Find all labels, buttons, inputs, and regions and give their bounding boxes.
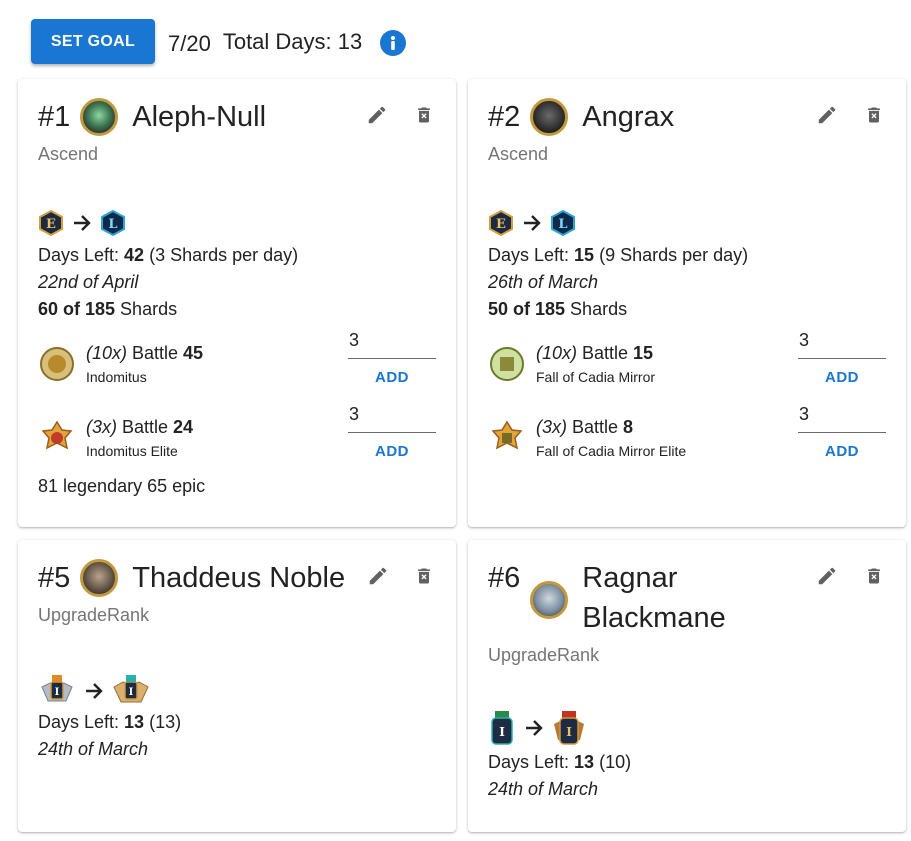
days-left: Days Left: 13 (13) [38, 712, 182, 732]
card-title: #2 Angrax [488, 97, 674, 137]
campaign-elite-icon [41, 420, 73, 450]
battle-location: Fall of Cadia Mirror Elite [536, 443, 687, 459]
svg-text:I: I [499, 725, 505, 739]
card-title: #6 Ragnar Blackmane [488, 558, 726, 638]
goal-count: 7/20 [168, 30, 211, 56]
battle-label: (3x) Battle 8 [536, 417, 634, 437]
from-rank-text: E [496, 217, 506, 232]
toolbar: SET GOAL 7/20 Total Days: 13 [31, 19, 407, 64]
goal-number: #1 [38, 101, 71, 133]
epic-rarity-icon: E [489, 210, 513, 236]
edit-icon[interactable] [366, 564, 390, 588]
shards-progress: 60 of 185 Shards [38, 299, 178, 319]
goal-card-aleph-null: #1 Aleph-Null Ascend E L Days Left: 42 (… [18, 79, 456, 527]
attempts-input[interactable]: 3 [348, 401, 436, 433]
target-date: 24th of March [38, 739, 149, 759]
character-portrait [530, 581, 569, 619]
total-days: Total Days: 13 [222, 28, 363, 54]
goal-type: Ascend [38, 144, 99, 164]
character-name: Angrax [582, 101, 675, 133]
days-left: Days Left: 15 (9 Shards per day) [488, 245, 749, 265]
legendary-rarity-icon: L [101, 210, 125, 236]
battle-row: (3x) Battle 24 Indomitus Elite 3 ADD [38, 404, 436, 467]
attempts-input[interactable]: 3 [798, 327, 886, 359]
add-button[interactable]: ADD [348, 443, 436, 460]
add-button[interactable]: ADD [798, 443, 886, 460]
battle-location: Indomitus Elite [86, 443, 178, 459]
battle-row: (10x) Battle 45 Indomitus 3 ADD [38, 330, 436, 393]
info-icon[interactable] [380, 30, 407, 56]
edit-icon[interactable] [815, 103, 839, 127]
target-date: 22nd of April [38, 272, 139, 292]
to-rank-text: L [558, 217, 567, 232]
svg-text:I: I [129, 687, 134, 698]
goal-number: #6 [488, 562, 521, 594]
character-name: Aleph-Null [132, 101, 267, 133]
goal-card-angrax: #2 Angrax Ascend E L Days Left: 15 (9 Sh… [468, 79, 906, 527]
card-title: #5 Thaddeus Noble [38, 558, 345, 598]
goal-card-thaddeus-noble: #5 Thaddeus Noble UpgradeRank I I Days L… [18, 540, 456, 832]
rarity-summary: 81 legendary 65 epic [38, 476, 206, 496]
rank-progress: I I [488, 710, 586, 746]
rarity-progress: E L [38, 210, 126, 236]
battle-location: Indomitus [86, 369, 147, 385]
attempts-input[interactable]: 3 [798, 401, 886, 433]
attempts-input[interactable]: 3 [348, 327, 436, 359]
arrow-right-icon [86, 683, 103, 699]
character-portrait [530, 98, 569, 136]
goal-card-ragnar-blackmane: #6 Ragnar Blackmane UpgradeRank I I Days… [468, 540, 906, 832]
rank-iron-icon: I [41, 675, 73, 702]
days-left: Days Left: 42 (3 Shards per day) [38, 245, 299, 265]
arrow-right-icon [74, 215, 91, 231]
svg-text:I: I [566, 725, 572, 739]
delete-icon[interactable] [412, 564, 436, 588]
goal-type: UpgradeRank [38, 605, 150, 625]
to-rank-text: L [108, 217, 117, 232]
character-name-line1: Ragnar [582, 562, 678, 594]
edit-icon[interactable] [815, 564, 839, 588]
rarity-progress: E L [488, 210, 576, 236]
edit-icon[interactable] [365, 103, 389, 127]
battle-label: (10x) Battle 15 [536, 343, 654, 363]
rank-bronze-icon: I [113, 675, 149, 703]
goal-number: #2 [488, 101, 521, 133]
delete-icon[interactable] [862, 564, 886, 588]
shards-progress: 50 of 185 Shards [488, 299, 628, 319]
battle-label: (10x) Battle 45 [86, 343, 204, 363]
svg-text:I: I [55, 687, 60, 698]
goal-number: #5 [38, 562, 71, 594]
character-name: Thaddeus Noble [132, 562, 346, 594]
legendary-rarity-icon: L [551, 210, 575, 236]
add-button[interactable]: ADD [348, 369, 436, 386]
character-portrait [80, 98, 119, 136]
set-goal-button[interactable]: SET GOAL [31, 19, 155, 64]
battle-location: Fall of Cadia Mirror [536, 369, 656, 385]
epic-rarity-icon: E [39, 210, 63, 236]
goal-type: Ascend [488, 144, 549, 164]
delete-icon[interactable] [862, 103, 886, 127]
from-rank-text: E [46, 217, 56, 232]
battle-row: (3x) Battle 8 Fall of Cadia Mirror Elite… [488, 404, 886, 467]
character-name-line2: Blackmane [582, 602, 726, 634]
delete-icon[interactable] [412, 103, 436, 127]
card-title: #1 Aleph-Null [38, 97, 266, 137]
battle-row: (10x) Battle 15 Fall of Cadia Mirror 3 A… [488, 330, 886, 393]
rank-iron-icon: I [554, 711, 584, 745]
rank-stone-icon: I [491, 711, 513, 745]
days-left: Days Left: 13 (10) [488, 752, 632, 772]
target-date: 24th of March [488, 779, 599, 799]
character-portrait [80, 559, 119, 597]
arrow-right-icon [524, 215, 541, 231]
add-button[interactable]: ADD [798, 369, 886, 386]
target-date: 26th of March [488, 272, 599, 292]
campaign-icon [490, 347, 524, 381]
rank-progress: I I [38, 673, 150, 709]
arrow-right-icon [526, 720, 543, 736]
campaign-icon [40, 347, 74, 381]
goal-type: UpgradeRank [488, 645, 600, 665]
battle-label: (3x) Battle 24 [86, 417, 194, 437]
campaign-elite-icon [491, 420, 523, 450]
